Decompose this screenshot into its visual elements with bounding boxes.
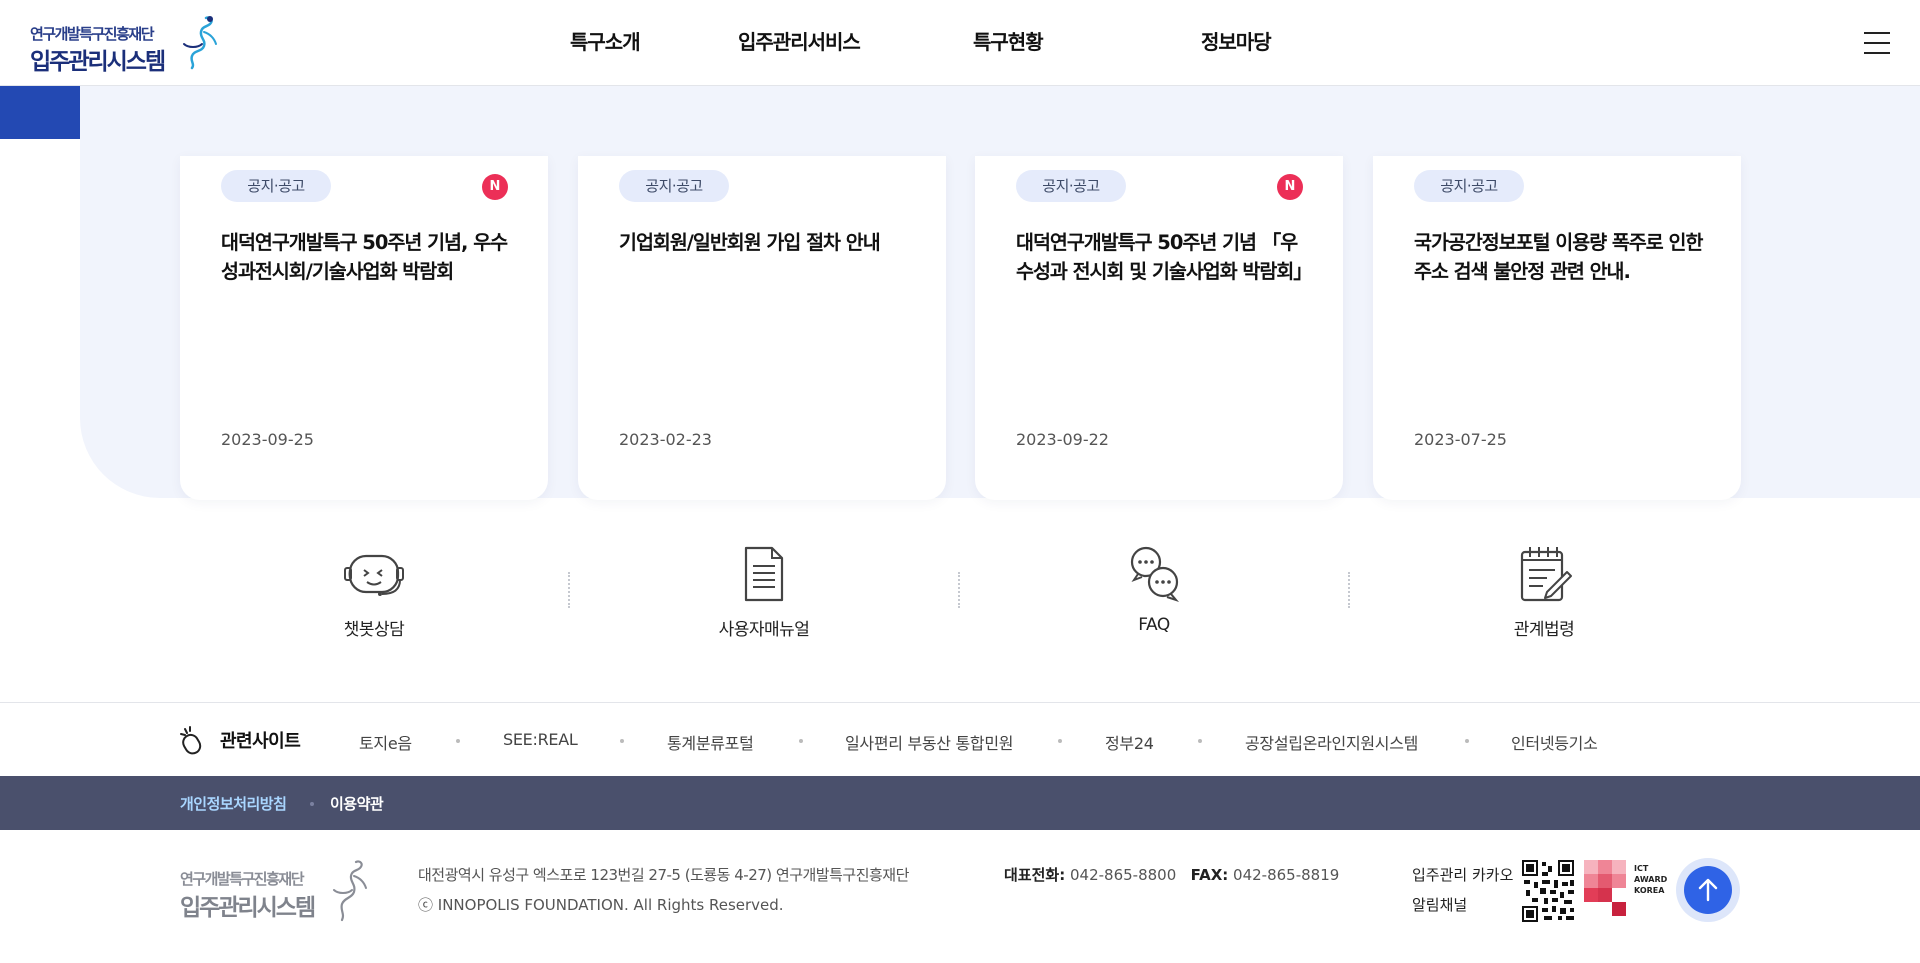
- notice-date: 2023-07-25: [1414, 430, 1507, 449]
- related-sites-label: 관련사이트: [220, 731, 301, 752]
- new-badge: N: [482, 174, 508, 200]
- main-nav: 특구소개 입주관리서비스 특구현황 정보마당: [570, 0, 1351, 86]
- menu-icon[interactable]: [1864, 32, 1890, 54]
- separator-dot: [1198, 739, 1202, 743]
- nav-item-service[interactable]: 입주관리서비스: [702, 0, 973, 86]
- related-link-toji[interactable]: 토지e음: [359, 730, 412, 754]
- notice-date: 2023-02-23: [619, 430, 712, 449]
- ict-award-mark-icon: [1584, 860, 1626, 916]
- site-logo[interactable]: 연구개발특구진흥재단 입주관리시스템: [30, 14, 220, 75]
- separator-dot: [799, 739, 803, 743]
- category-tag: 공지·공고: [1016, 170, 1126, 202]
- document-icon: [744, 546, 784, 602]
- footer-logo: 연구개발특구진흥재단 입주관리시스템: [180, 858, 380, 928]
- notice-card[interactable]: 공지·공고 N 대덕연구개발특구 50주년 기념, 우수성과전시회/기술사업화 …: [180, 156, 548, 500]
- kakao-channel-label: 입주관리 카카오: [1412, 866, 1514, 884]
- terms-link[interactable]: 이용약관: [330, 793, 384, 814]
- notice-card[interactable]: 공지·공고 기업회원/일반회원 가입 절차 안내 2023-02-23: [578, 156, 946, 500]
- scroll-to-top-button[interactable]: [1676, 858, 1740, 922]
- kakao-channel-label-2: 알림채널: [1412, 896, 1468, 914]
- logo-system-name: 입주관리시스템: [30, 49, 166, 75]
- header: 연구개발특구진흥재단 입주관리시스템 특구소개 입주관리서비스 특구현황 정보마…: [0, 0, 1920, 86]
- separator-dot: [456, 739, 460, 743]
- nav-item-intro[interactable]: 특구소개: [570, 0, 720, 86]
- separator-dot: [310, 802, 314, 806]
- tel-label: 대표전화:: [1004, 866, 1066, 884]
- ict-text-line: ICT: [1634, 864, 1649, 873]
- related-sites-bar: 관련사이트 토지e음 SEE:REAL 통계분류포털 일사편리 부동산 통합민원…: [0, 702, 1920, 776]
- footer-logo-org-name: 연구개발특구진흥재단: [180, 870, 305, 888]
- related-sites-title: 관련사이트: [180, 725, 301, 755]
- policy-bar: 개인정보처리방침 이용약관: [0, 776, 1920, 830]
- scroll-to-top-inner: [1684, 866, 1732, 914]
- divider: [568, 572, 570, 608]
- separator-dot: [1465, 739, 1469, 743]
- page: 공지·공고 N 대덕연구개발특구 50주년 기념, 우수성과전시회/기술사업화 …: [0, 0, 1920, 963]
- qr-code-icon[interactable]: [1522, 860, 1574, 922]
- notice-title[interactable]: 대덕연구개발특구 50주년 기념, 우수성과전시회/기술사업화 박람회: [221, 228, 511, 286]
- quick-menu-chatbot[interactable]: 챗봇상담: [224, 540, 524, 640]
- logo-figure-icon: [183, 16, 217, 70]
- privacy-policy-link[interactable]: 개인정보처리방침: [180, 793, 287, 814]
- footer-logo-system-name: 입주관리시스템: [180, 895, 316, 921]
- notice-card[interactable]: 공지·공고 N 대덕연구개발특구 50주년 기념 「우수성과 전시회 및 기술사…: [975, 156, 1343, 500]
- nav-item-status[interactable]: 특구현황: [973, 0, 1201, 86]
- related-link-factory[interactable]: 공장설립온라인지원시스템: [1245, 730, 1418, 754]
- ict-text-line: AWARD: [1634, 875, 1668, 884]
- related-link-iros[interactable]: 인터넷등기소: [1511, 730, 1598, 754]
- nav-item-info[interactable]: 정보마당: [1201, 0, 1351, 86]
- ict-award-text: ICT AWARD KOREA: [1634, 863, 1667, 896]
- divider: [1348, 572, 1350, 608]
- fax-number: 042-865-8819: [1233, 866, 1340, 884]
- notice-section: 공지·공고 N 대덕연구개발특구 50주년 기념, 우수성과전시회/기술사업화 …: [80, 86, 1920, 500]
- footer-logo-figure-icon: [333, 860, 367, 922]
- quick-menu-label: 관계법령: [1513, 620, 1575, 640]
- ict-text-line: KOREA: [1634, 886, 1665, 895]
- notice-card[interactable]: 공지·공고 국가공간정보포털 이용량 폭주로 인한 주소 검색 불안정 관련 안…: [1373, 156, 1741, 500]
- footer: 연구개발특구진흥재단 입주관리시스템 대전광역시 유성구 엑스포로 123번길 …: [0, 830, 1920, 963]
- new-badge: N: [1277, 174, 1303, 200]
- notice-date: 2023-09-22: [1016, 430, 1109, 449]
- quick-menu-label: 챗봇상담: [343, 620, 405, 640]
- logo-org-name: 연구개발특구진흥재단: [30, 25, 155, 43]
- footer-copyright: ⓒ INNOPOLIS FOUNDATION. All Rights Reser…: [418, 896, 784, 914]
- related-link-ilsa[interactable]: 일사편리 부동산 통합민원: [845, 730, 1014, 754]
- footer-contact: 대표전화: 042-865-8800 FAX: 042-865-8819: [1004, 864, 1339, 885]
- separator-dot: [620, 739, 624, 743]
- notice-title[interactable]: 대덕연구개발특구 50주년 기념 「우수성과 전시회 및 기술사업화 박람회」: [1016, 228, 1306, 286]
- separator-dot: [1058, 739, 1062, 743]
- speech-bubbles-icon: [1130, 546, 1180, 603]
- notice-title[interactable]: 기업회원/일반회원 가입 절차 안내: [619, 228, 909, 286]
- quick-menu-label: FAQ: [1138, 615, 1170, 635]
- category-tag: 공지·공고: [221, 170, 331, 202]
- notice-title[interactable]: 국가공간정보포털 이용량 폭주로 인한 주소 검색 불안정 관련 안내.: [1414, 228, 1704, 286]
- chatbot-icon: [344, 554, 404, 596]
- quick-menu-faq[interactable]: FAQ: [1004, 540, 1304, 640]
- tel-number: 042-865-8800: [1069, 866, 1177, 884]
- related-link-gov24[interactable]: 정부24: [1105, 730, 1154, 754]
- fax-label: FAX:: [1190, 866, 1229, 884]
- divider: [958, 572, 960, 608]
- quick-menu-label: 사용자매뉴얼: [718, 620, 810, 640]
- footer-address: 대전광역시 유성구 엑스포로 123번길 27-5 (도룡동 4-27) 연구개…: [418, 866, 909, 884]
- related-link-kssc[interactable]: 통계분류포털: [667, 730, 754, 754]
- notepad-icon: [1520, 547, 1572, 602]
- category-tag: 공지·공고: [619, 170, 729, 202]
- quick-menu-manual[interactable]: 사용자매뉴얼: [614, 540, 914, 640]
- arrow-up-icon: [1698, 878, 1718, 902]
- mouse-click-icon: [180, 726, 202, 755]
- related-link-seereal[interactable]: SEE:REAL: [503, 730, 578, 749]
- ict-award-logo: ICT AWARD KOREA: [1584, 860, 1674, 922]
- quick-menu-law[interactable]: 관계법령: [1394, 540, 1694, 640]
- notice-date: 2023-09-25: [221, 430, 314, 449]
- category-tag: 공지·공고: [1414, 170, 1524, 202]
